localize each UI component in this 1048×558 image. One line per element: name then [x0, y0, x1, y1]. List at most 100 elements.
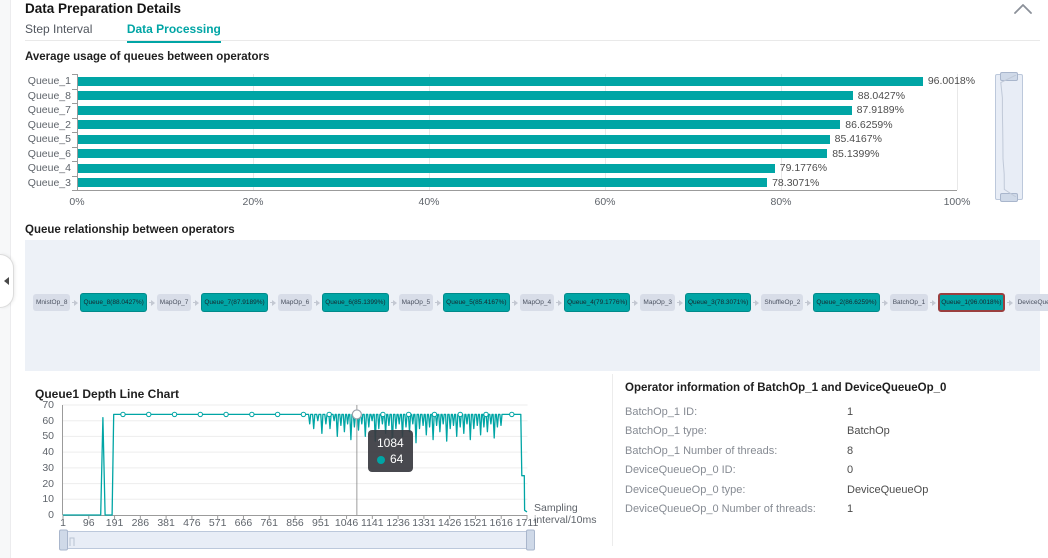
page-title: Data Preparation Details: [25, 1, 182, 16]
info-label: DeviceQueueOp_0 Number of threads:: [625, 503, 816, 516]
bar-x-axis-line: [72, 190, 957, 191]
flow-arrow-icon: [148, 299, 155, 307]
queue-usage-bar-chart[interactable]: 0% 20% 40% 60% 80% 100% Queue_1 96.0018% Queue_8…: [25, 72, 990, 208]
line-x-tick-label: 571: [208, 517, 227, 529]
bar-category-label: Queue_2: [27, 118, 71, 131]
info-row: DeviceQueueOp_0 Number of threads: 1: [625, 500, 1035, 520]
graph-node-Queue_4[interactable]: Queue_4(79.1776%): [564, 293, 631, 312]
info-label: DeviceQueueOp_0 ID:: [625, 464, 736, 477]
graph-node-ShuffleOp_2[interactable]: ShuffleOp_2: [761, 294, 804, 311]
bar-axis-tick: [72, 146, 77, 148]
info-value: 1: [847, 405, 854, 418]
bar-axis-tick: [72, 175, 77, 177]
vertical-datazoom-slider[interactable]: [995, 72, 1023, 202]
bar-Queue_8[interactable]: [78, 91, 853, 101]
bar-category-label: Queue_5: [27, 133, 71, 146]
line-x-tick-label: 381: [157, 517, 175, 529]
flow-arrow-icon: [1006, 299, 1013, 307]
emphasized-point[interactable]: [351, 409, 362, 420]
line-x-tick-label: 856: [286, 517, 304, 529]
bar-x-tick-label: 80%: [770, 196, 792, 208]
bar-x-tick-label: 20%: [242, 196, 264, 208]
info-value: 8: [847, 444, 854, 457]
sidebar-collapse-handle[interactable]: [0, 254, 14, 308]
flow-arrow-icon: [676, 299, 683, 307]
tooltip-y-value: 64: [390, 452, 404, 467]
graph-node-Queue_8[interactable]: Queue_8(88.0427%): [80, 293, 147, 312]
graph-node-MapOp_3[interactable]: MapOp_3: [640, 294, 675, 311]
flow-arrow-icon: [881, 299, 888, 307]
flow-arrow-icon: [72, 299, 79, 307]
bar-category-label: Queue_4: [27, 162, 71, 175]
bar-category-label: Queue_1: [27, 75, 71, 88]
line-x-tick-label: 476: [183, 517, 201, 529]
bar-value-label: 86.6259%: [845, 118, 893, 131]
line-x-tick-label: 1426: [437, 517, 462, 529]
line-y-tick-label: 10: [42, 493, 54, 506]
line-marker: [326, 411, 332, 418]
datazoom-right-handle[interactable]: [526, 529, 535, 551]
line-x-tick-label: 1616: [489, 517, 513, 529]
graph-node-Queue_1[interactable]: Queue_1(96.0018%): [938, 293, 1005, 312]
line-chart-x-axis: 1 96 191 286 381 476 571 666 761 856 951 1046 1141 12…: [60, 517, 542, 529]
graph-node-Queue_7[interactable]: Queue_7(87.9189%): [201, 293, 268, 312]
tab-bar: Step Interval Data Processing: [25, 20, 1040, 43]
bar-Queue_3[interactable]: [78, 178, 768, 188]
graph-node-MapOp_5[interactable]: MapOp_5: [398, 294, 434, 311]
bar-axis-tick: [72, 88, 77, 90]
bar-axis-tick: [72, 103, 77, 104]
line-y-tick-label: 40: [42, 446, 54, 459]
line-marker: [457, 411, 463, 418]
line-chart-y-axis: 0 10 20 30 40 50 60 70: [26, 399, 58, 521]
line-x-tick-label: 1236: [386, 517, 410, 529]
horizontal-datazoom-slider[interactable]: [59, 529, 535, 551]
info-row: DeviceQueueOp_0 type: DeviceQueueOp: [625, 480, 1035, 500]
graph-node-MnistOp_8[interactable]: MnistOp_8: [33, 294, 71, 311]
tab-data-processing[interactable]: Data Processing: [126, 22, 221, 43]
queue-relationship-panel: MnistOp_8 Queue_8(88.0427%) MapOp_7 Queue_7…: [25, 240, 1048, 371]
bar-Queue_1[interactable]: [78, 76, 923, 86]
panel-divider: [612, 374, 613, 546]
bar-gridline: [957, 74, 958, 190]
line-marker: [509, 411, 515, 418]
graph-node-MapOp_6[interactable]: MapOp_6: [277, 294, 313, 311]
info-row: BatchOp_1 Number of threads: 8: [625, 441, 1035, 461]
graph-node-BatchOp_1[interactable]: BatchOp_1: [889, 294, 929, 311]
bar-axis-tick: [72, 74, 77, 75]
queue1-depth-line-chart[interactable]: [62, 403, 528, 519]
line-marker: [120, 411, 126, 418]
bar-Queue_4[interactable]: [78, 163, 775, 173]
line-x-tick-label: 1141: [361, 517, 384, 529]
bar-Queue_6[interactable]: [78, 149, 828, 159]
bar-category-label: Queue_8: [27, 89, 71, 102]
graph-node-MapOp_7[interactable]: MapOp_7: [156, 294, 192, 311]
line-x-tick-label: 96: [82, 517, 95, 529]
graph-node-Queue_6[interactable]: Queue_6(85.1399%): [322, 293, 389, 312]
flow-arrow-icon: [390, 299, 397, 307]
line-marker: [274, 411, 281, 418]
bar-category-label: Queue_6: [27, 147, 71, 160]
bar-axis-tick: [72, 117, 77, 119]
line-x-tick-label: 1: [60, 517, 66, 529]
operator-flow: MnistOp_8 Queue_8(88.0427%) MapOp_7 Queue_7…: [33, 293, 1048, 312]
bar-x-tick-label: 60%: [594, 196, 616, 208]
datazoom-data-shadow: [69, 537, 75, 546]
graph-node-Queue_2[interactable]: Queue_2(86.6259%): [813, 293, 880, 312]
graph-node-MapOp_4[interactable]: MapOp_4: [519, 294, 555, 311]
tab-step-interval[interactable]: Step Interval: [25, 22, 92, 41]
bar-Queue_2[interactable]: [78, 120, 841, 130]
line-marker: [483, 411, 489, 418]
bar-value-label: 85.1399%: [832, 147, 880, 160]
line-y-tick-label: 50: [42, 430, 54, 443]
line-y-tick-label: 70: [42, 399, 54, 411]
bar-Queue_7[interactable]: [78, 105, 852, 115]
chevron-up-icon[interactable]: [1012, 1, 1034, 17]
graph-node-DeviceQueueOp_0[interactable]: DeviceQueueOp_0: [1014, 294, 1048, 311]
x-axis-name: Sampling interval/10ms: [534, 502, 597, 527]
line-marker: [431, 411, 438, 418]
graph-node-Queue_3[interactable]: Queue_3(78.3071%): [684, 293, 752, 312]
info-label: BatchOp_1 Number of threads:: [625, 444, 778, 457]
bar-Queue_5[interactable]: [78, 134, 830, 144]
graph-node-Queue_5[interactable]: Queue_5(85.4167%): [443, 293, 510, 312]
bar-x-tick-label: 0%: [69, 196, 85, 208]
